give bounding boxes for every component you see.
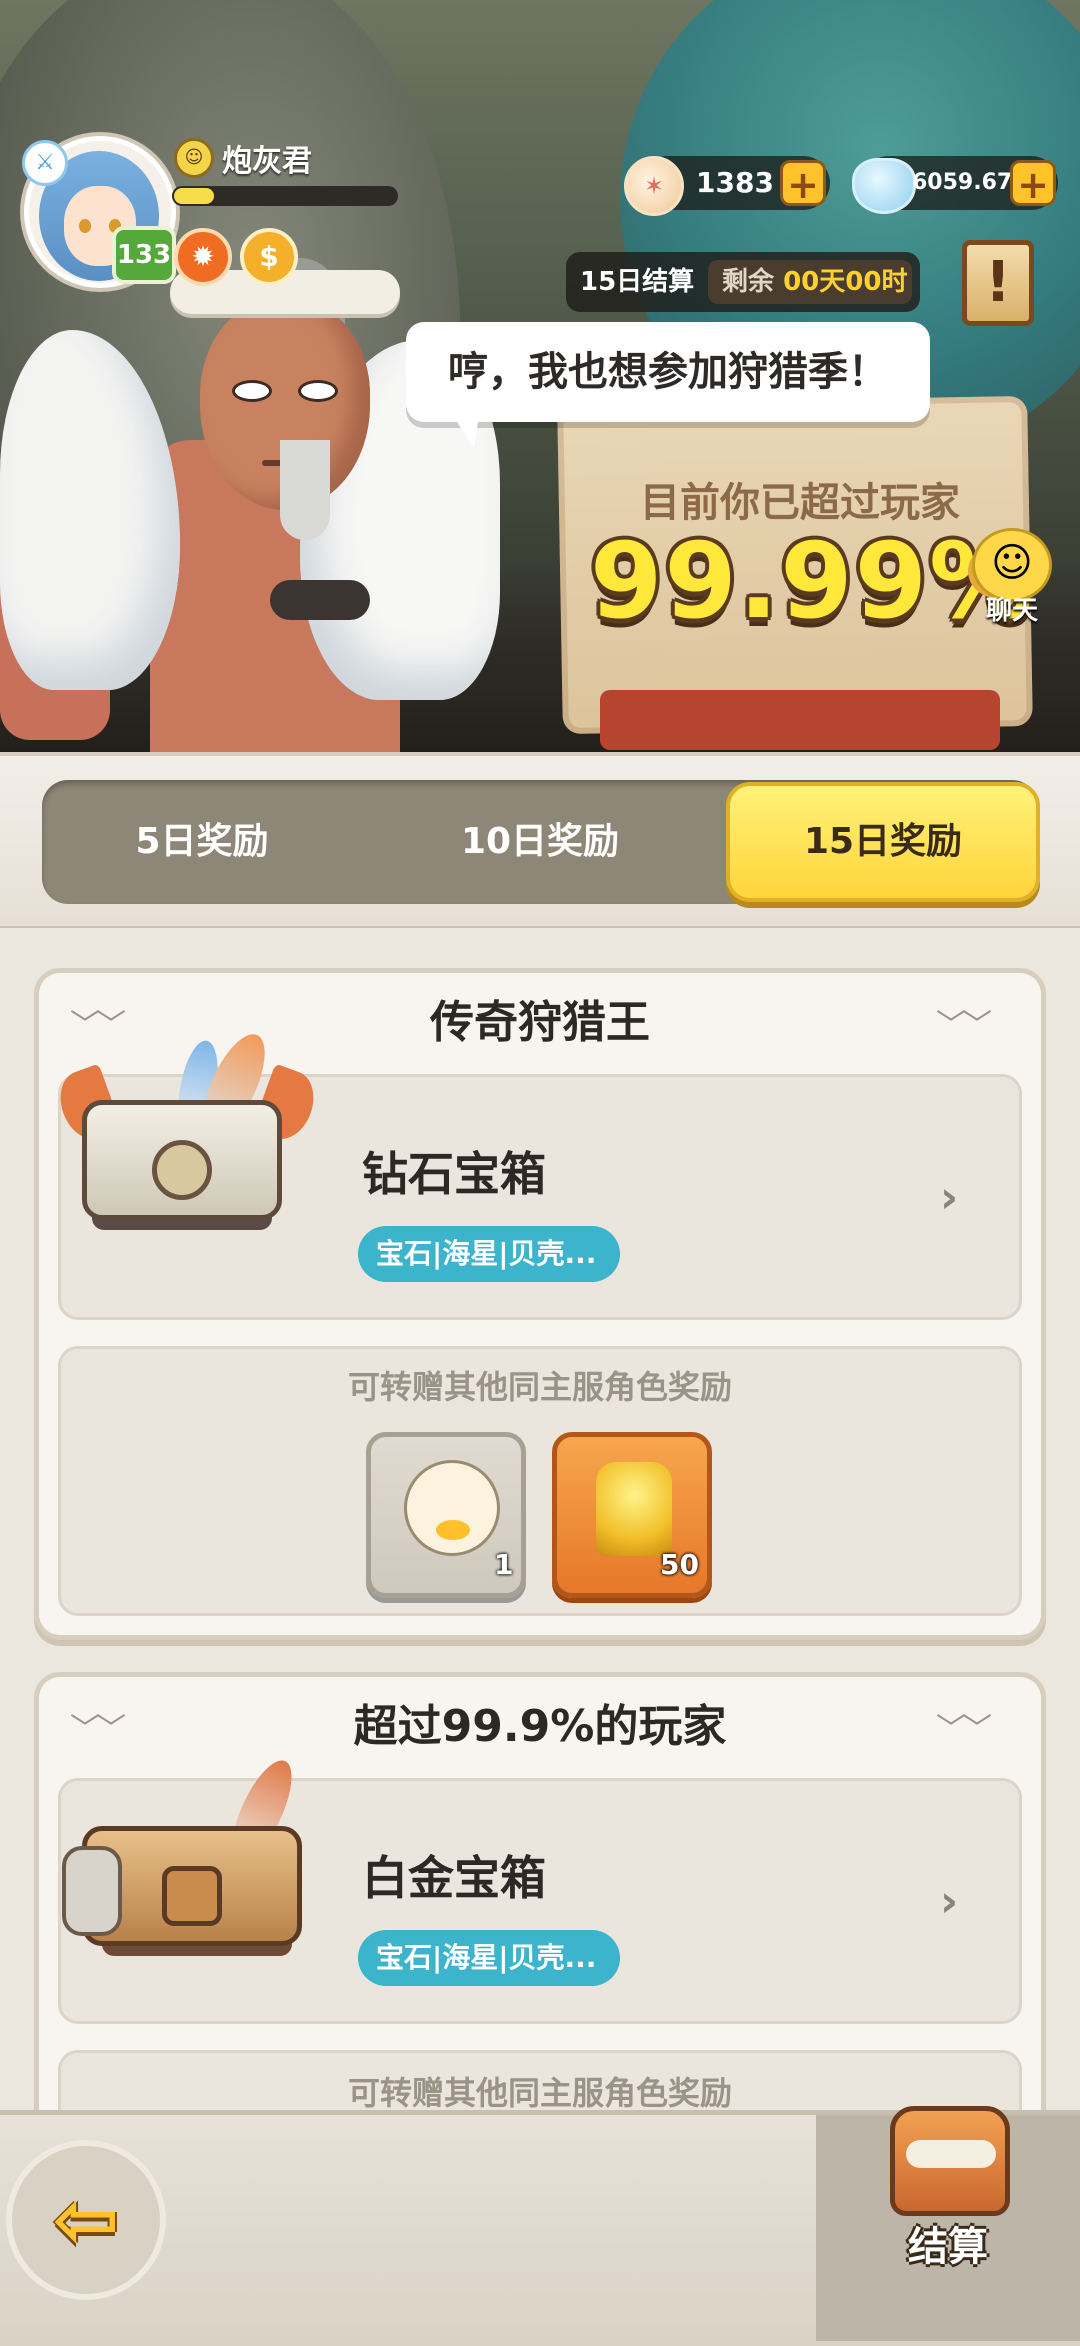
settlement-label: 15日结算 (580, 267, 695, 297)
gift-item-count: 1 (494, 1548, 514, 1581)
reward-item-tags: 宝石|海星|贝壳... (358, 1226, 620, 1282)
giftable-rewards-label: 可转赠其他同主服角色奖励 (347, 1368, 732, 1406)
banner-stand (600, 690, 1000, 750)
reward-item-name: 钻石宝箱 (362, 1147, 546, 1201)
emoji-face-icon: ☺ (174, 138, 214, 178)
rank-percentage: 99.99% (590, 520, 1036, 642)
character-belt (270, 580, 370, 620)
player-level-badge: 133 (112, 226, 176, 284)
remaining-time: 剩余 00天00时 (708, 260, 912, 304)
xp-bar-fill (174, 188, 214, 204)
fire-badge-icon[interactable]: ✹ (174, 228, 232, 286)
chat-label[interactable]: 聊天 (986, 590, 1038, 627)
shell-count: 1383 (696, 166, 774, 199)
bone-icon (906, 2140, 996, 2168)
settle-button-label[interactable]: 结算 (816, 2214, 1080, 2272)
chick-icon (404, 1460, 500, 1556)
shell-icon: ✶ (624, 156, 684, 216)
tab-5-day-rewards[interactable]: 5日奖励 (42, 786, 362, 898)
tab-10-day-rewards[interactable]: 10日奖励 (380, 786, 700, 898)
reward-item-name: 白金宝箱 (362, 1851, 546, 1905)
giftable-rewards-label: 可转赠其他同主服角色奖励 (347, 2074, 732, 2112)
chick-beak (436, 1520, 470, 1540)
gem-icon (852, 158, 916, 214)
reward-item-tags: 宝石|海星|贝壳... (358, 1930, 620, 1986)
sword-icon: ⚔ (22, 140, 68, 186)
chevron-right-icon[interactable]: › (940, 1172, 958, 1223)
add-diamonds-button[interactable]: + (1010, 160, 1056, 207)
coin-badge-icon[interactable]: $ (240, 228, 298, 286)
reward-tier-title: 超过99.9%的玩家 (353, 1701, 727, 1752)
tab-15-day-rewards[interactable]: 15日奖励 (726, 782, 1040, 902)
chevron-right-icon[interactable]: › (940, 1876, 958, 1927)
diamond-chest-icon (51, 1025, 323, 1230)
speech-text: 哼，我也想参加狩猎季！ (448, 349, 888, 395)
gift-item-count: 50 (660, 1548, 699, 1581)
character-eye (298, 380, 338, 402)
avatar-eye (79, 219, 91, 233)
character-eye (232, 380, 272, 402)
character-beard (280, 440, 330, 540)
trophy-chest-icon (596, 1462, 672, 1556)
remaining-value: 00天00时 (783, 267, 908, 297)
remaining-label: 剩余 (722, 267, 775, 297)
info-scroll-icon[interactable]: ! (962, 240, 1034, 326)
player-name: 炮灰君 (222, 144, 312, 179)
back-arrow-icon[interactable]: ⇦ (30, 2170, 142, 2270)
add-shells-button[interactable]: + (780, 160, 826, 207)
platinum-chest-icon (62, 1752, 312, 1956)
